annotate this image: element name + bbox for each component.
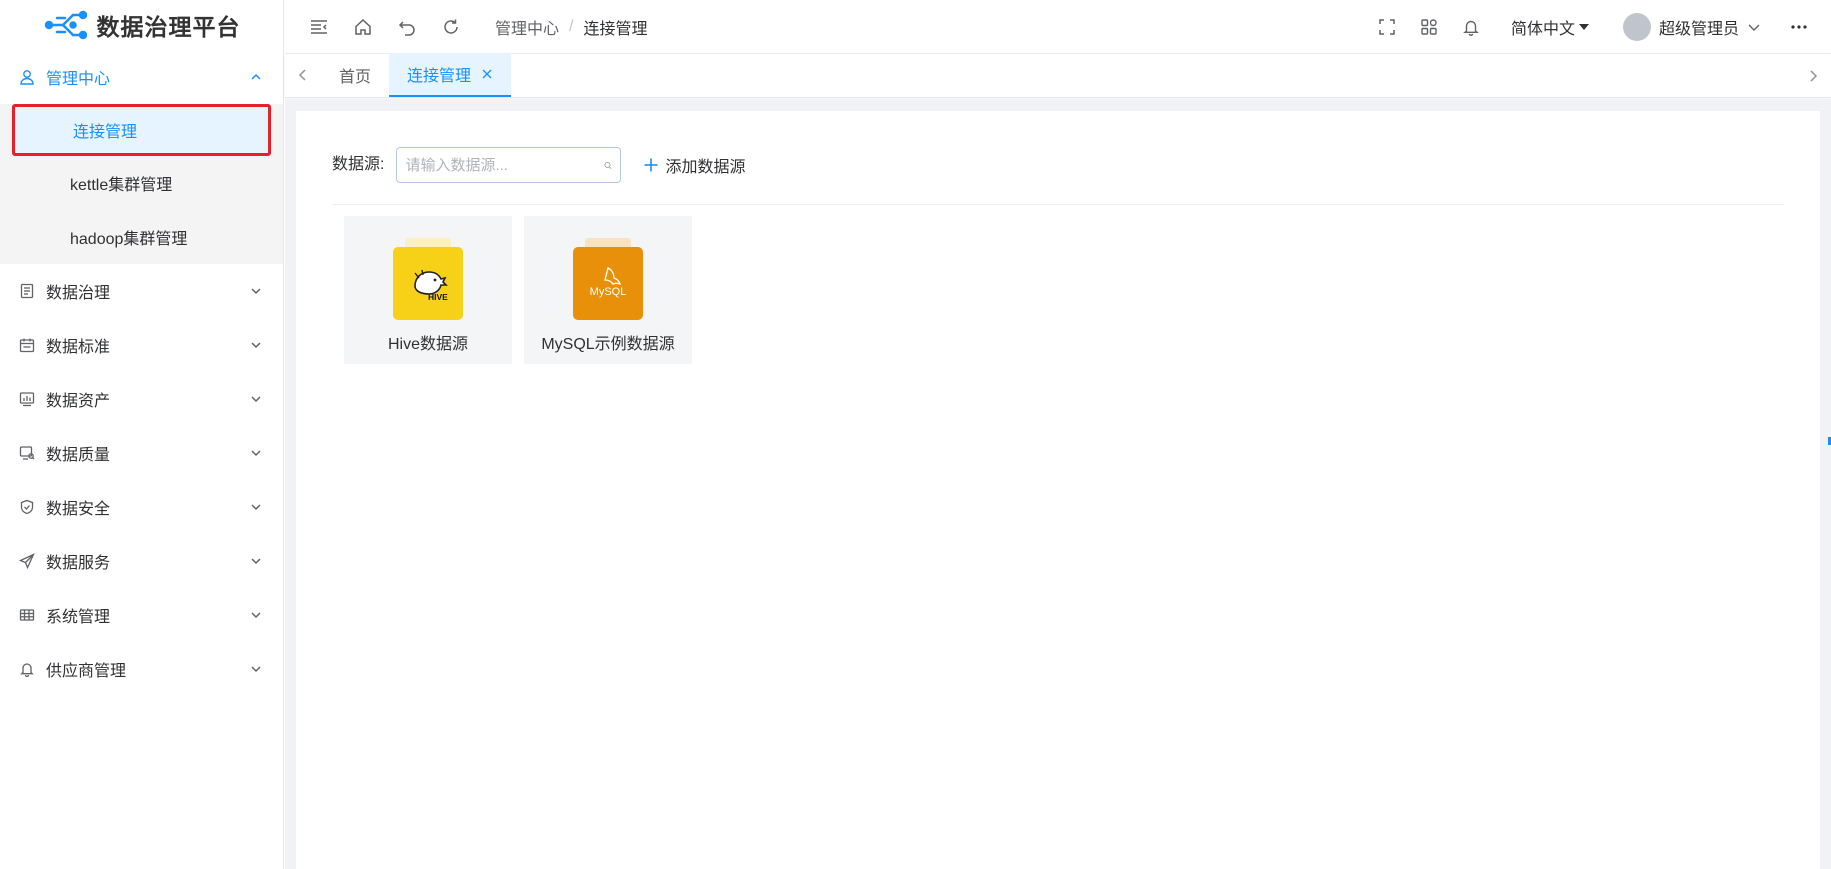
send-icon — [18, 552, 36, 570]
datasource-search-input[interactable] — [405, 156, 605, 174]
header-right-tools: 简体中文 超级管理员 — [1355, 0, 1831, 54]
tabs-bar: 首页 连接管理 — [285, 53, 1831, 98]
datasource-name: MySQL示例数据源 — [541, 336, 675, 353]
caret-down-icon — [1578, 24, 1589, 30]
language-selector[interactable]: 简体中文 — [1511, 15, 1589, 39]
sidebar-group-label: 供应商管理 — [46, 663, 127, 680]
table-icon — [18, 606, 36, 624]
menu-collapse-icon[interactable] — [309, 17, 329, 37]
chevron-down-icon — [251, 288, 261, 295]
datasource-card-hive[interactable]: HIVE Hive数据源 — [344, 216, 512, 364]
sidebar-item-connection-management[interactable]: 连接管理 — [12, 104, 271, 156]
refresh-icon[interactable] — [441, 17, 461, 37]
tabs-scroll-left-icon[interactable] — [285, 53, 321, 97]
breadcrumb: 管理中心 / 连接管理 — [495, 15, 647, 39]
chevron-down-icon — [251, 612, 261, 619]
sidebar-group-system-management[interactable]: 系统管理 — [0, 588, 283, 642]
add-datasource-label: 添加数据源 — [665, 159, 746, 176]
sidebar-group-label: 数据标准 — [46, 339, 111, 356]
datasource-name: Hive数据源 — [387, 336, 468, 353]
chevron-down-icon — [251, 342, 261, 349]
tabs-scroll-right-icon[interactable] — [1801, 54, 1825, 98]
sidebar-group-data-assets[interactable]: 数据资产 — [0, 372, 283, 426]
sidebar-group-data-service[interactable]: 数据服务 — [0, 534, 283, 588]
tab-label: 连接管理 — [407, 68, 472, 85]
undo-icon[interactable] — [397, 17, 417, 37]
home-icon[interactable] — [353, 17, 373, 37]
datasource-toolbar: 数据源: 添加数据源 — [332, 147, 1784, 205]
sidebar-item-label: hadoop集群管理 — [70, 231, 188, 248]
submenu-management: 连接管理 kettle集群管理 hadoop集群管理 — [0, 104, 283, 264]
user-icon — [18, 68, 36, 86]
sidebar-group-management[interactable]: 管理中心 — [0, 50, 283, 104]
mysql-logo-text: MySQL — [590, 286, 627, 298]
user-menu[interactable]: 超级管理员 — [1622, 13, 1761, 41]
tab-label: 首页 — [339, 69, 372, 86]
sidebar-group-label: 管理中心 — [46, 71, 111, 88]
hive-logo-text: HIVE — [428, 292, 448, 302]
chevron-down-icon — [251, 396, 261, 403]
sidebar-item-kettle-cluster[interactable]: kettle集群管理 — [0, 156, 283, 210]
sidebar-item-label: 连接管理 — [73, 124, 138, 141]
mysql-logo-icon: MySQL — [573, 238, 643, 320]
chevron-down-icon — [251, 666, 261, 673]
fullscreen-icon[interactable] — [1377, 17, 1397, 37]
sidebar-group-supplier-management[interactable]: 供应商管理 — [0, 642, 283, 696]
user-name: 超级管理员 — [1658, 21, 1739, 38]
chevron-up-icon — [251, 73, 261, 80]
chevron-down-icon — [251, 558, 261, 565]
sidebar-group-label: 系统管理 — [46, 609, 111, 626]
chart-monitor-icon — [18, 390, 36, 408]
tab-connection-management[interactable]: 连接管理 — [389, 53, 512, 97]
language-label: 简体中文 — [1510, 21, 1575, 38]
sidebar: 数据治理平台 管理中心 连接管理 kettle集群管理 hadoop集群管理 数… — [0, 0, 284, 869]
notification-bell-icon[interactable] — [1461, 17, 1481, 37]
breadcrumb-item[interactable]: 管理中心 — [495, 15, 559, 39]
tab-home[interactable]: 首页 — [321, 53, 389, 97]
sidebar-group-label: 数据服务 — [46, 555, 111, 572]
breadcrumb-current: 连接管理 — [583, 20, 648, 38]
datasource-cards: HIVE Hive数据源 MySQL MySQL示例数据源 — [344, 216, 692, 364]
main-panel: 数据源: 添加数据源 HIVE Hive数 — [296, 111, 1820, 869]
datasource-search-box — [396, 147, 622, 183]
sidebar-group-label: 数据安全 — [46, 501, 111, 518]
sidebar-group-data-quality[interactable]: 数据质量 — [0, 426, 283, 480]
datasource-card-mysql[interactable]: MySQL MySQL示例数据源 — [524, 216, 692, 364]
chevron-down-icon — [251, 504, 261, 511]
sidebar-item-label: kettle集群管理 — [70, 177, 173, 194]
hive-logo-icon: HIVE — [393, 238, 463, 320]
shield-check-icon — [18, 498, 36, 516]
breadcrumb-separator: / — [569, 17, 574, 35]
sidebar-group-label: 数据质量 — [46, 447, 111, 464]
sidebar-group-label: 数据治理 — [46, 285, 111, 302]
filter-label: 数据源: — [332, 156, 385, 173]
chevron-down-icon — [1748, 24, 1760, 31]
close-icon[interactable] — [481, 68, 493, 80]
sidebar-item-hadoop-cluster[interactable]: hadoop集群管理 — [0, 210, 283, 264]
app-logo[interactable]: 数据治理平台 — [0, 0, 283, 50]
document-icon — [18, 282, 36, 300]
bell-icon — [18, 660, 36, 678]
app-title: 数据治理平台 — [96, 14, 241, 40]
sidebar-group-data-security[interactable]: 数据安全 — [0, 480, 283, 534]
chevron-down-icon — [251, 450, 261, 457]
sidebar-group-data-standard[interactable]: 数据标准 — [0, 318, 283, 372]
calendar-icon — [18, 336, 36, 354]
top-header: 管理中心 / 连接管理 简体中文 超级管理员 — [285, 0, 1831, 54]
sidebar-group-label: 数据资产 — [46, 393, 111, 410]
plus-icon — [644, 158, 658, 172]
apps-grid-icon[interactable] — [1419, 17, 1439, 37]
avatar — [1622, 13, 1651, 41]
add-datasource-button[interactable]: 添加数据源 — [643, 147, 745, 183]
search-icon[interactable] — [604, 158, 612, 173]
monitor-search-icon — [18, 444, 36, 462]
logo-icon — [44, 10, 87, 40]
more-icon[interactable] — [1789, 17, 1809, 37]
sidebar-group-data-governance[interactable]: 数据治理 — [0, 264, 283, 318]
